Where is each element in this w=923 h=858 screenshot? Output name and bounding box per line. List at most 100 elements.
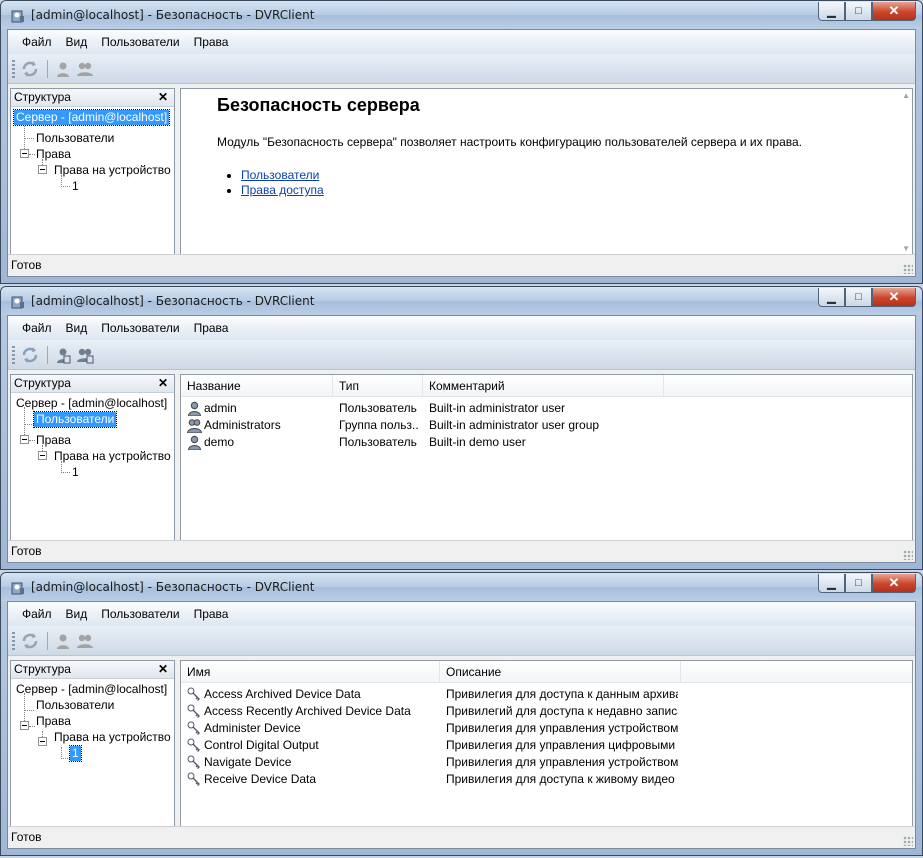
list-header: Имя Описание xyxy=(181,661,912,683)
menu-users[interactable]: Пользователи xyxy=(101,321,179,335)
toolbar-grip[interactable] xyxy=(12,632,15,650)
app-icon xyxy=(11,10,24,23)
table-row[interactable]: Access Archived Device Data Привилегия д… xyxy=(181,686,912,703)
table-row[interactable]: Access Recently Archived Device Data При… xyxy=(181,703,912,720)
row-description: Привилегий для доступа к недавно записа.… xyxy=(446,704,678,718)
title-bar[interactable]: [admin@localhost] - Безопасность - DVRCl… xyxy=(1,287,922,315)
close-button[interactable]: ✕ xyxy=(872,574,916,593)
refresh-icon[interactable] xyxy=(21,60,39,78)
menu-users[interactable]: Пользователи xyxy=(101,35,179,49)
refresh-icon[interactable] xyxy=(21,632,39,650)
close-button[interactable]: ✕ xyxy=(872,288,916,307)
table-row[interactable]: Control Digital Output Привилегия для уп… xyxy=(181,737,912,754)
tree-node-device-1[interactable]: 1 xyxy=(70,179,81,194)
tree-node-device-rights[interactable]: Права на устройство xyxy=(52,449,173,464)
column-header-name[interactable]: Название xyxy=(181,375,333,397)
row-type: Пользователь xyxy=(339,401,417,415)
tree-node-rights[interactable]: Права xyxy=(34,147,73,162)
table-row[interactable]: admin Пользователь Built-in administrato… xyxy=(181,400,912,417)
column-header-comment[interactable]: Комментарий xyxy=(423,375,664,397)
menu-bar: Файл Вид Пользователи Права xyxy=(8,30,915,54)
size-grip[interactable] xyxy=(903,836,913,846)
users-link[interactable]: Пользователи xyxy=(241,168,319,182)
panel-close-icon[interactable]: ✕ xyxy=(158,89,168,106)
tree-node-users[interactable]: Пользователи xyxy=(34,131,116,146)
column-header-type[interactable]: Тип xyxy=(333,375,423,397)
add-group-icon[interactable] xyxy=(76,632,94,650)
content-panel: Безопасность сервера Модуль "Безопасност… xyxy=(180,88,913,256)
tree-node-device-rights[interactable]: Права на устройство xyxy=(52,163,173,178)
table-row[interactable]: Administrators Группа польз... Built-in … xyxy=(181,417,912,434)
row-description: Привилегия для доступа к данным архива xyxy=(446,687,678,701)
collapse-device-rights-icon[interactable] xyxy=(38,451,47,460)
tree-node-server[interactable]: Сервер - [admin@localhost] xyxy=(14,682,169,697)
tree-node-rights[interactable]: Права xyxy=(34,433,73,448)
menu-file[interactable]: Файл xyxy=(22,35,52,49)
collapse-rights-icon[interactable] xyxy=(20,721,29,730)
privileges-list-view: Имя Описание Access Archived Device Data… xyxy=(180,660,913,828)
tree-node-device-1[interactable]: 1 xyxy=(69,745,82,762)
panel-close-icon[interactable]: ✕ xyxy=(158,661,168,678)
minimize-button[interactable]: ▁ xyxy=(818,574,845,593)
tree-node-device-rights[interactable]: Права на устройство xyxy=(52,730,173,745)
window-users: [admin@localhost] - Безопасность - DVRCl… xyxy=(0,286,923,570)
collapse-rights-icon[interactable] xyxy=(20,435,29,444)
group-properties-icon[interactable] xyxy=(76,346,94,364)
row-name: Access Archived Device Data xyxy=(204,687,361,701)
collapse-device-rights-icon[interactable] xyxy=(38,737,47,746)
tree-node-server[interactable]: Сервер - [admin@localhost] xyxy=(14,396,169,411)
title-bar[interactable]: [admin@localhost] - Безопасность - DVRCl… xyxy=(1,1,922,29)
menu-view[interactable]: Вид xyxy=(66,35,88,49)
add-user-icon[interactable] xyxy=(54,60,72,78)
table-row[interactable]: Receive Device Data Привилегия для досту… xyxy=(181,771,912,788)
menu-file[interactable]: Файл xyxy=(22,321,52,335)
table-row[interactable]: Administer Device Привилегия для управле… xyxy=(181,720,912,737)
users-list-view: Название Тип Комментарий admin Пользоват… xyxy=(180,374,913,542)
panel-header: Структура ✕ xyxy=(11,89,174,107)
vertical-scrollbar[interactable]: ▲ ▼ xyxy=(900,89,910,255)
size-grip[interactable] xyxy=(903,264,913,274)
add-group-icon[interactable] xyxy=(76,60,94,78)
add-user-icon[interactable] xyxy=(54,632,72,650)
link-list: Пользователи Права доступа xyxy=(241,168,324,198)
menu-users[interactable]: Пользователи xyxy=(101,607,179,621)
toolbar-separator xyxy=(47,632,48,650)
close-button[interactable]: ✕ xyxy=(872,2,916,21)
minimize-button[interactable]: ▁ xyxy=(818,288,845,307)
tree-node-users[interactable]: Пользователи xyxy=(32,411,118,428)
key-icon xyxy=(187,738,200,752)
maximize-button[interactable]: □ xyxy=(845,574,872,593)
column-header-description[interactable]: Описание xyxy=(440,661,681,683)
menu-rights[interactable]: Права xyxy=(194,321,229,335)
minimize-button[interactable]: ▁ xyxy=(818,2,845,21)
maximize-button[interactable]: □ xyxy=(845,2,872,21)
panel-close-icon[interactable]: ✕ xyxy=(158,375,168,392)
list-item: Пользователи xyxy=(241,168,324,183)
access-rights-link[interactable]: Права доступа xyxy=(241,183,324,197)
toolbar-grip[interactable] xyxy=(12,60,15,78)
scroll-up-icon[interactable]: ▲ xyxy=(902,91,910,100)
table-row[interactable]: Navigate Device Привилегия для управлени… xyxy=(181,754,912,771)
maximize-button[interactable]: □ xyxy=(845,288,872,307)
scroll-down-icon[interactable]: ▼ xyxy=(902,244,910,253)
column-header-name[interactable]: Имя xyxy=(181,661,440,683)
menu-rights[interactable]: Права xyxy=(194,607,229,621)
tree-node-device-1[interactable]: 1 xyxy=(70,465,81,480)
menu-view[interactable]: Вид xyxy=(66,607,88,621)
menu-view[interactable]: Вид xyxy=(66,321,88,335)
menu-file[interactable]: Файл xyxy=(22,607,52,621)
menu-rights[interactable]: Права xyxy=(194,35,229,49)
tree-node-rights[interactable]: Права xyxy=(34,714,73,729)
collapse-rights-icon[interactable] xyxy=(20,149,29,158)
table-row[interactable]: demo Пользователь Built-in demo user xyxy=(181,434,912,451)
page-title: Безопасность сервера xyxy=(217,95,420,115)
toolbar-grip[interactable] xyxy=(12,346,15,364)
size-grip[interactable] xyxy=(903,550,913,560)
tree-node-server[interactable]: Сервер - [admin@localhost] xyxy=(12,109,171,126)
window-title: [admin@localhost] - Безопасность - DVRCl… xyxy=(31,294,315,308)
collapse-device-rights-icon[interactable] xyxy=(38,165,47,174)
refresh-icon[interactable] xyxy=(21,346,39,364)
user-properties-icon[interactable] xyxy=(54,346,72,364)
tree-node-users[interactable]: Пользователи xyxy=(34,698,116,713)
title-bar[interactable]: [admin@localhost] - Безопасность - DVRCl… xyxy=(1,573,922,601)
